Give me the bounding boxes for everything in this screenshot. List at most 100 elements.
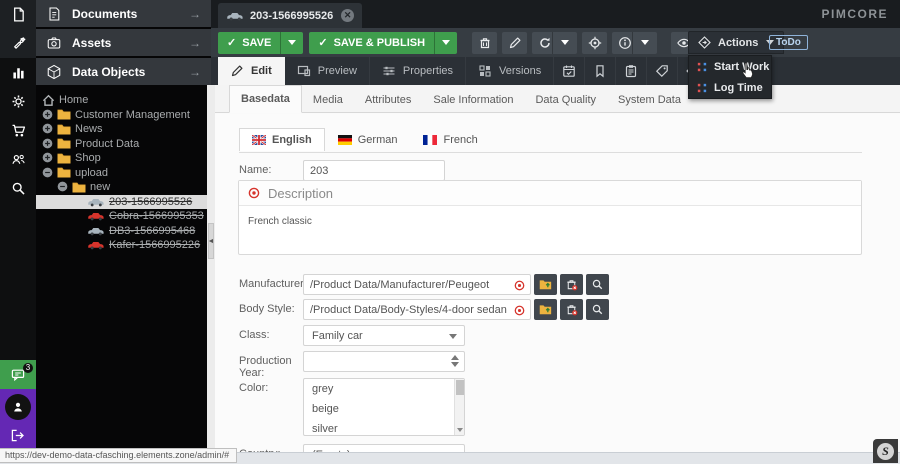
tree-item-label: Kafer-1566995226 <box>109 239 206 251</box>
menu-item-start-work[interactable]: Start Work <box>689 56 771 77</box>
remove-relation-button[interactable] <box>560 299 583 320</box>
editor-tab-bar: EditPreviewProperties Versions <box>211 57 900 85</box>
language-tab-english[interactable]: English <box>239 128 325 151</box>
rail-documents-button[interactable] <box>0 0 36 29</box>
bookmark-button[interactable] <box>585 57 616 85</box>
manufacturer-label: Manufacturer: <box>239 274 303 290</box>
tab-sale-information[interactable]: Sale Information <box>422 87 524 113</box>
class-select[interactable]: Family car <box>303 325 465 346</box>
tab-preview[interactable]: Preview <box>285 57 370 85</box>
expand-plus-icon[interactable] <box>42 152 54 164</box>
color-listbox[interactable]: greybeigesilver <box>303 378 465 436</box>
search-relation-button[interactable] <box>586 299 609 320</box>
subtab-label: Versions <box>499 65 541 77</box>
color-option[interactable]: beige <box>304 399 464 419</box>
refresh-icon <box>538 36 552 50</box>
expand-plus-icon[interactable] <box>42 138 54 150</box>
manufacturer-input[interactable]: /Product Data/Manufacturer/Peugeot <box>303 274 531 295</box>
reload-dropdown-button[interactable] <box>552 32 577 54</box>
tab-system-data[interactable]: System Data <box>607 87 692 113</box>
tree-item[interactable]: Cobra-1566995353 <box>36 209 211 224</box>
close-tab-icon[interactable]: ✕ <box>341 9 354 22</box>
body-style-input[interactable]: /Product Data/Body-Styles/4-door sedan <box>303 299 531 320</box>
tags-button[interactable] <box>647 57 678 85</box>
rail-ecommerce-button[interactable] <box>0 116 36 145</box>
rail-tools-button[interactable] <box>0 29 36 58</box>
folder-open-icon <box>539 278 552 291</box>
color-option[interactable]: silver <box>304 419 464 436</box>
tree-item[interactable]: Product Data <box>36 137 211 152</box>
info-dropdown-button[interactable] <box>632 32 657 54</box>
rail-search-button[interactable] <box>0 174 36 203</box>
color-option[interactable]: grey <box>304 379 464 399</box>
tab-versions[interactable]: Versions <box>466 57 554 85</box>
clipboard-icon <box>624 64 638 78</box>
rail-users-button[interactable] <box>0 145 36 174</box>
locate-in-tree-button[interactable] <box>582 32 607 54</box>
scrollbar-down-icon[interactable] <box>456 426 464 434</box>
name-input[interactable]: 203 <box>303 160 445 181</box>
description-header[interactable]: Description <box>239 181 861 206</box>
tab-properties[interactable]: Properties <box>370 57 466 85</box>
open-relation-button[interactable] <box>534 274 557 295</box>
expand-plus-icon[interactable] <box>42 109 54 121</box>
expand-plus-icon[interactable] <box>42 123 54 135</box>
schedule-button[interactable] <box>554 57 585 85</box>
symfony-profiler-icon: S <box>877 443 894 460</box>
tree-item[interactable]: DB3-1566995468 <box>36 224 211 239</box>
profiler-toolbar-button[interactable]: S <box>873 439 898 463</box>
logout-button[interactable] <box>9 427 26 444</box>
rename-button[interactable] <box>502 32 527 54</box>
menu-item-label: Log Time <box>714 82 763 94</box>
language-tab-german[interactable]: German <box>325 128 411 151</box>
sliders-icon <box>382 64 403 78</box>
collapse-minus-icon[interactable] <box>57 181 69 193</box>
tab-media[interactable]: Media <box>302 87 354 113</box>
save-button[interactable]: ✓SAVE <box>218 32 303 54</box>
tree-item[interactable]: News <box>36 122 211 137</box>
description-value[interactable]: French classic <box>239 206 861 237</box>
rail-notifications-button[interactable]: 3 <box>0 360 36 389</box>
name-label: Name: <box>239 160 303 176</box>
scrollbar-thumb[interactable] <box>456 380 464 395</box>
remove-relation-button[interactable] <box>560 274 583 295</box>
car-icon <box>87 240 105 250</box>
accordion-header-assets[interactable]: Assets→ <box>36 29 211 56</box>
language-tab-french[interactable]: French <box>410 128 490 151</box>
tree-item[interactable]: upload <box>36 166 211 181</box>
save-publish-button[interactable]: ✓SAVE & PUBLISH <box>309 32 457 54</box>
open-relation-button[interactable] <box>534 299 557 320</box>
rail-settings-button[interactable] <box>0 87 36 116</box>
open-object-tab[interactable]: 203-1566995526 ✕ <box>218 3 362 28</box>
save-dropdown-button[interactable] <box>280 32 303 54</box>
tree-item[interactable]: Home <box>36 93 211 108</box>
tree-item[interactable]: new <box>36 180 211 195</box>
tree-item[interactable]: Shop <box>36 151 211 166</box>
search-relation-button[interactable] <box>586 274 609 295</box>
menu-item-log-time[interactable]: Log Time <box>689 77 771 98</box>
tab-data-quality[interactable]: Data Quality <box>524 87 607 113</box>
notes-button[interactable] <box>616 57 647 85</box>
save-publish-dropdown-button[interactable] <box>434 32 457 54</box>
tab-attributes[interactable]: Attributes <box>354 87 422 113</box>
rail-reports-button[interactable] <box>0 58 36 87</box>
target-icon <box>588 36 602 50</box>
collapse-minus-icon[interactable] <box>42 167 54 179</box>
tree-item[interactable]: 203-1566995526 <box>36 195 211 210</box>
delete-button[interactable] <box>472 32 497 54</box>
spinner-arrows-icon[interactable] <box>451 355 459 367</box>
collapse-handle-icon[interactable]: ◄ <box>208 223 214 259</box>
panel-splitter[interactable]: ◄ <box>207 85 215 452</box>
tab-basedata[interactable]: Basedata <box>229 85 302 113</box>
country-select[interactable]: (Empty) <box>303 444 465 452</box>
accordion-header-data-objects[interactable]: Data Objects→ <box>36 58 211 85</box>
workflow-status-badge[interactable]: ToDo <box>769 35 808 50</box>
tree-item[interactable]: Kafer-1566995226 <box>36 238 211 253</box>
accordion-header-documents[interactable]: Documents→ <box>36 0 211 27</box>
user-avatar[interactable] <box>5 394 31 420</box>
tab-edit[interactable]: Edit <box>218 57 285 85</box>
folder-icon <box>57 124 71 135</box>
production-year-input[interactable] <box>303 351 465 372</box>
listbox-scrollbar[interactable] <box>454 379 464 435</box>
tree-item[interactable]: Customer Management <box>36 108 211 123</box>
